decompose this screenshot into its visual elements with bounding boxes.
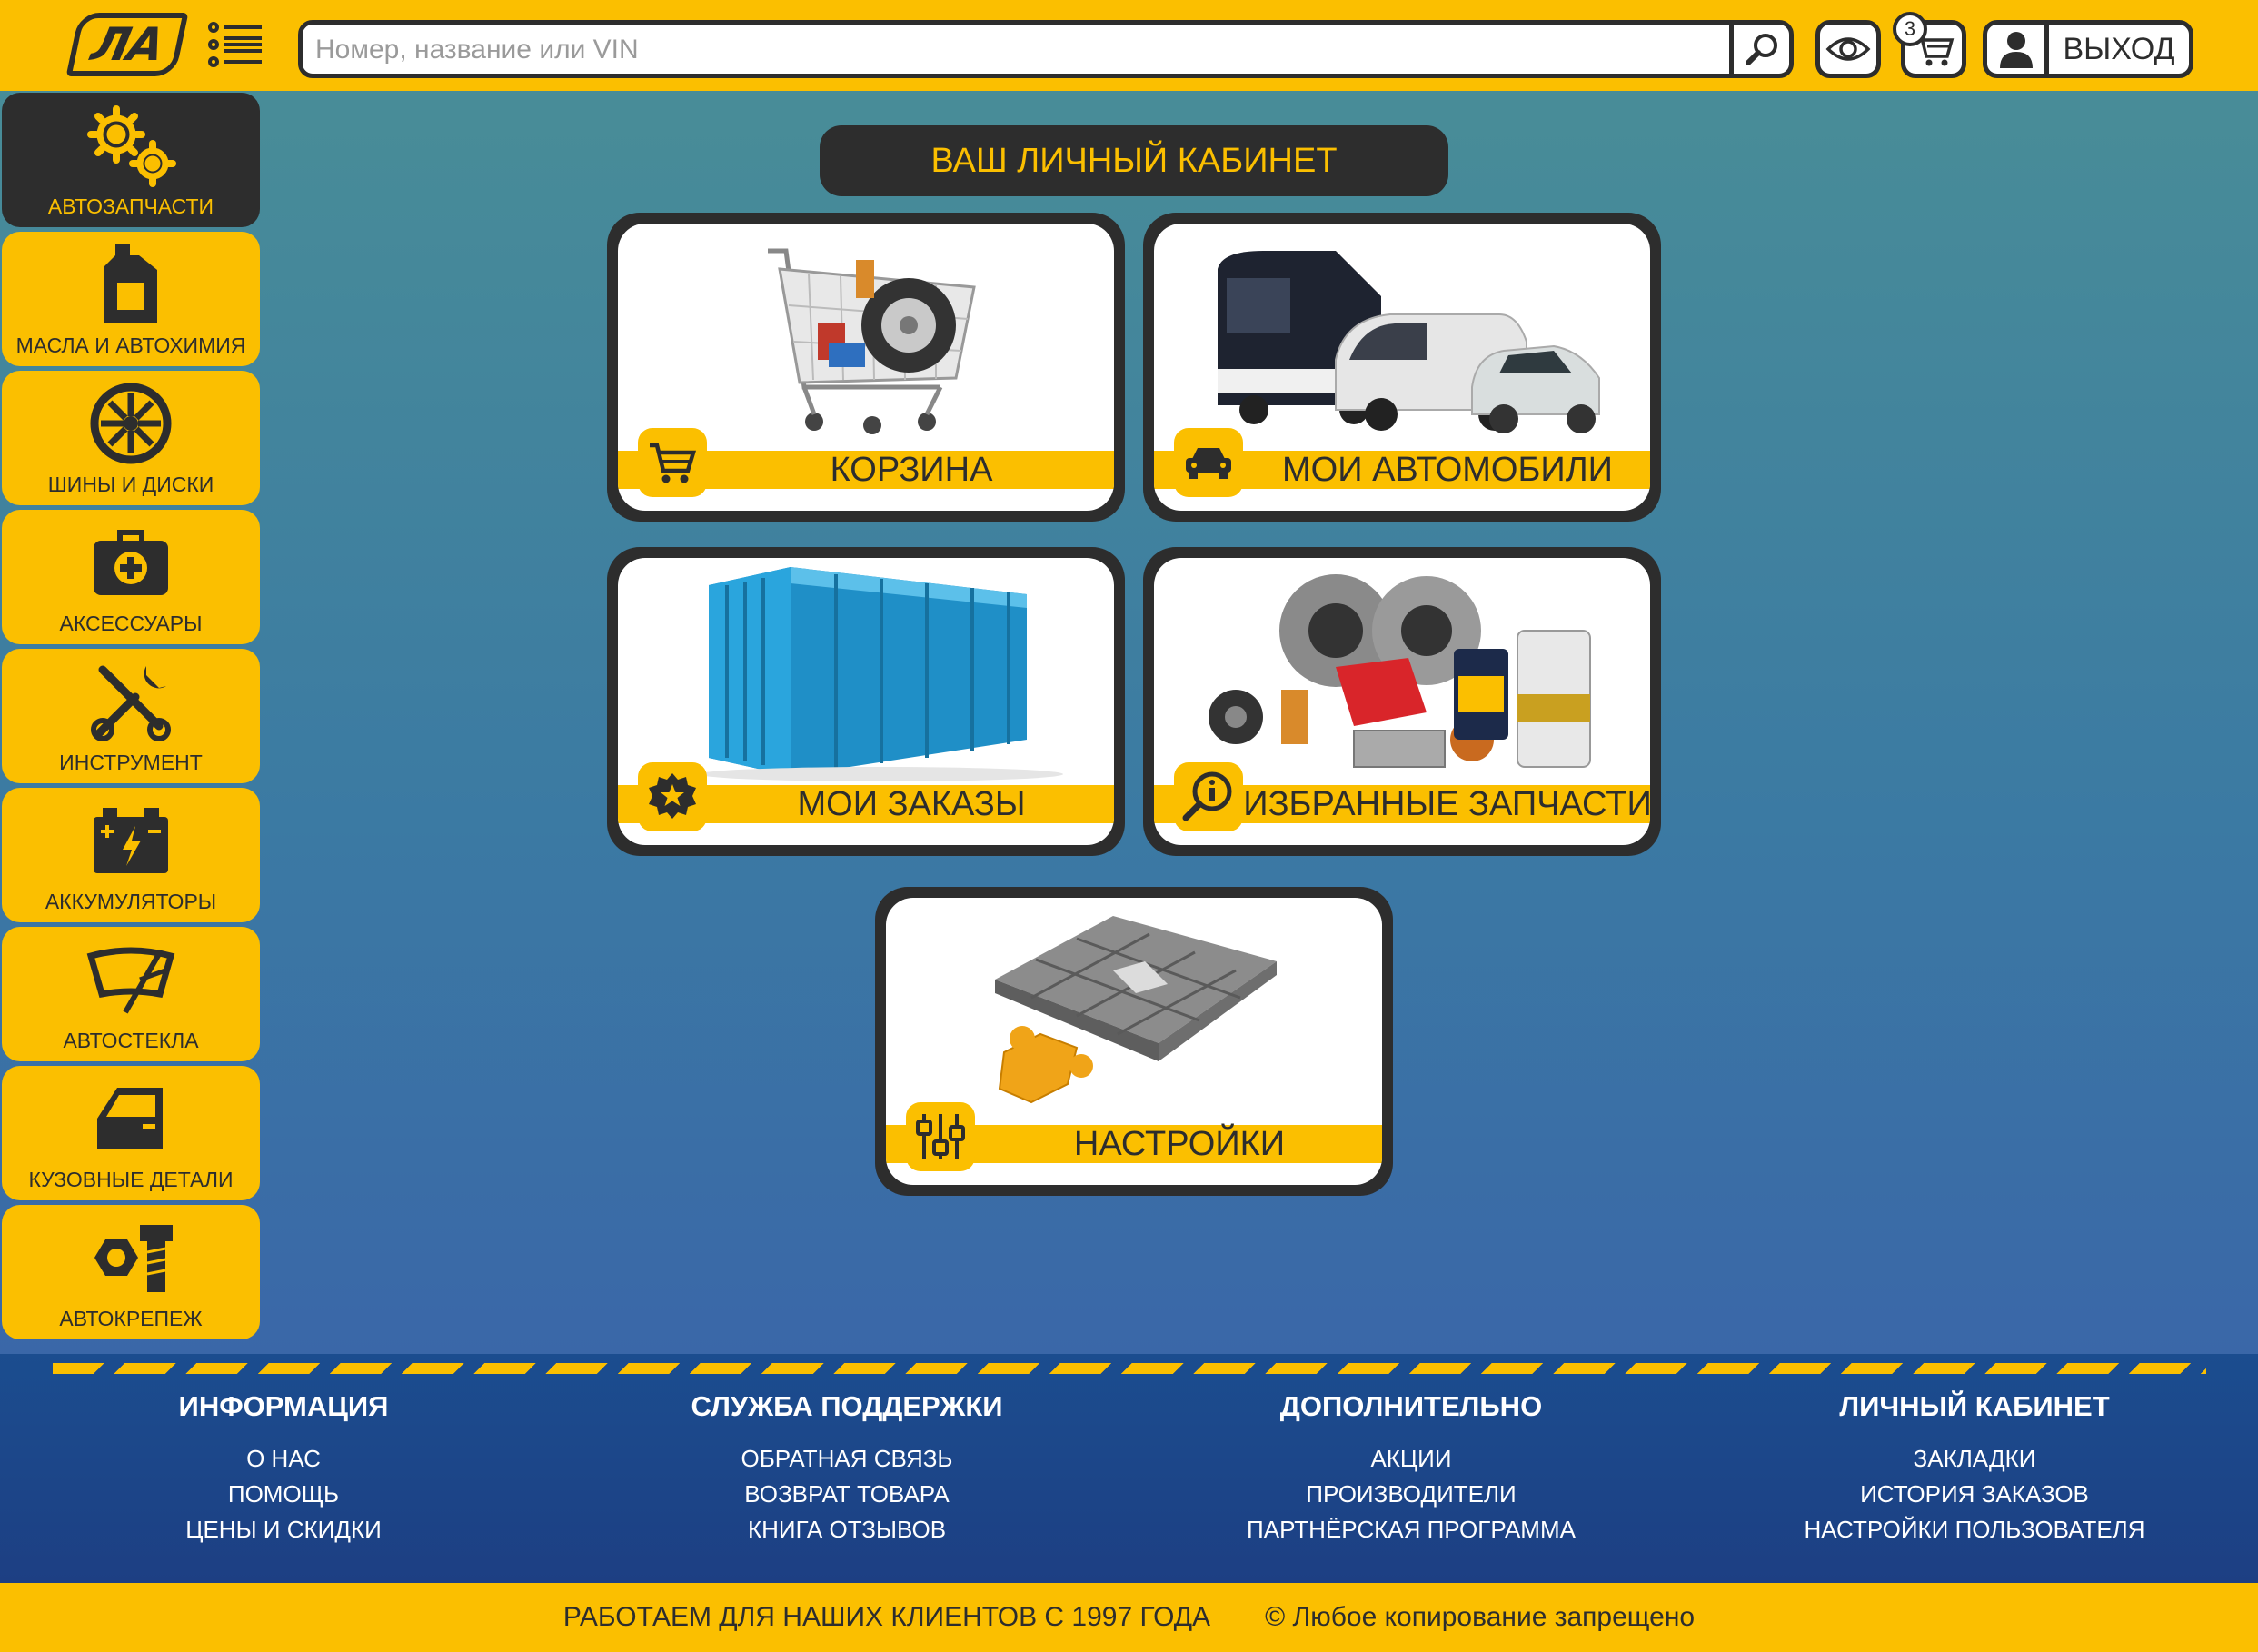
- menu-list-icon[interactable]: [207, 20, 265, 69]
- footer-column-account: ЛИЧНЫЙ КАБИНЕТ ЗАКЛАДКИ ИСТОРИЯ ЗАКАЗОВ …: [1693, 1390, 2256, 1548]
- sidebar-item-label: МАСЛА И АВТОХИМИЯ: [15, 333, 246, 357]
- card-label: МОИ АВТОМОБИЛИ: [1281, 450, 1613, 489]
- sidebar-item-tires[interactable]: ШИНЫ И ДИСКИ: [2, 371, 260, 505]
- sidebar-item-body-parts[interactable]: КУЗОВНЫЕ ДЕТАЛИ: [2, 1066, 260, 1200]
- card-label: КОРЗИНА: [830, 450, 993, 489]
- card-label: НАСТРОЙКИ: [1073, 1124, 1286, 1163]
- footer-heading: ДОПОЛНИТЕЛЬНО: [1279, 1390, 1543, 1422]
- footer-link-returns[interactable]: ВОЗВРАТ ТОВАРА: [565, 1477, 1129, 1512]
- search-icon: [1745, 34, 1777, 65]
- sidebar-item-label: АВТОСТЕКЛА: [63, 1029, 199, 1052]
- card-settings[interactable]: НАСТРОЙКИ: [875, 887, 1393, 1196]
- footer-link-feedback[interactable]: ОБРАТНАЯ СВЯЗЬ: [565, 1441, 1129, 1477]
- footer-slogan: РАБОТАЕМ ДЛЯ НАШИХ КЛИЕНТОВ С 1997 ГОДА: [562, 1602, 1211, 1632]
- user-icon: [1987, 25, 2049, 74]
- search-button[interactable]: [1729, 25, 1789, 74]
- card-cart[interactable]: КОРЗИНА: [607, 213, 1125, 522]
- footer-heading: СЛУЖБА ПОДДЕРЖКИ: [691, 1390, 1003, 1422]
- shipping-container-image: [618, 558, 1114, 785]
- footer-bottom-bar: РАБОТАЕМ ДЛЯ НАШИХ КЛИЕНТОВ С 1997 ГОДА …: [0, 1583, 2258, 1652]
- cart-icon: [638, 428, 707, 497]
- eye-icon: [1825, 37, 1871, 61]
- badge-star-icon: [638, 762, 707, 831]
- brake-parts-oil-image: [1154, 558, 1650, 785]
- footer-link-about[interactable]: О НАС: [2, 1441, 565, 1477]
- card-my-orders[interactable]: МОИ ЗАКАЗЫ: [607, 547, 1125, 856]
- sidebar-item-oils[interactable]: МАСЛА И АВТОХИМИЯ: [2, 232, 260, 366]
- card-label: МОИ ЗАКАЗЫ: [797, 784, 1026, 823]
- gears-icon: [76, 100, 185, 191]
- footer-link-partner-program[interactable]: ПАРТНЁРСКАЯ ПРОГРАММА: [1129, 1512, 1693, 1548]
- footer-link-promotions[interactable]: АКЦИИ: [1129, 1441, 1693, 1477]
- windshield-icon: [76, 934, 185, 1025]
- puzzle-image: [886, 898, 1382, 1125]
- footer-link-prices[interactable]: ЦЕНЫ И СКИДКИ: [2, 1512, 565, 1548]
- page-title: ВАШ ЛИЧНЫЙ КАБИНЕТ: [820, 125, 1448, 196]
- shopping-cart-parts-image: [618, 224, 1114, 451]
- card-favorite-parts[interactable]: ИЗБРАННЫЕ ЗАПЧАСТИ: [1143, 547, 1661, 856]
- search-input[interactable]: [315, 30, 1715, 70]
- site-logo[interactable]: ЛА: [65, 13, 189, 76]
- sidebar-item-batteries[interactable]: АККУМУЛЯТОРЫ: [2, 788, 260, 922]
- footer-heading: ИНФОРМАЦИЯ: [178, 1390, 389, 1422]
- footer-link-reviews[interactable]: КНИГА ОТЗЫВОВ: [565, 1512, 1129, 1548]
- footer-column-support: СЛУЖБА ПОДДЕРЖКИ ОБРАТНАЯ СВЯЗЬ ВОЗВРАТ …: [565, 1390, 1129, 1548]
- sidebar-item-accessories[interactable]: АКСЕССУАРЫ: [2, 510, 260, 644]
- footer-link-manufacturers[interactable]: ПРОИЗВОДИТЕЛИ: [1129, 1477, 1693, 1512]
- footer-link-user-settings[interactable]: НАСТРОЙКИ ПОЛЬЗОВАТЕЛЯ: [1693, 1512, 2256, 1548]
- logout-label: ВЫХОД: [2063, 31, 2175, 66]
- card-my-cars[interactable]: МОИ АВТОМОБИЛИ: [1143, 213, 1661, 522]
- cart-button[interactable]: 3: [1893, 12, 1966, 78]
- cart-count-badge: 3: [1893, 12, 1927, 46]
- footer-stripes: [53, 1363, 2206, 1374]
- car-icon: [1174, 428, 1243, 497]
- sidebar-item-label: АКСЕССУАРЫ: [59, 612, 203, 635]
- sidebar-item-fasteners[interactable]: АВТОКРЕПЕЖ: [2, 1205, 260, 1339]
- vehicles-image: [1154, 224, 1650, 451]
- footer-link-bookmarks[interactable]: ЗАКЛАДКИ: [1693, 1441, 2256, 1477]
- top-bar: ЛА 3 ВЫХОД: [0, 0, 2258, 91]
- sidebar-item-label: ШИНЫ И ДИСКИ: [47, 473, 214, 496]
- sidebar-item-label: АВТОКРЕПЕЖ: [59, 1307, 203, 1330]
- sidebar-item-autoparts[interactable]: АВТОЗАПЧАСТИ: [2, 93, 260, 227]
- viewed-button[interactable]: [1815, 20, 1881, 78]
- tools-icon: [76, 656, 185, 747]
- search-info-icon: [1174, 762, 1243, 831]
- sidebar-item-label: АККУМУЛЯТОРЫ: [45, 890, 217, 913]
- first-aid-kit-icon: [76, 517, 185, 608]
- battery-icon: [76, 795, 185, 886]
- footer-column-extra: ДОПОЛНИТЕЛЬНО АКЦИИ ПРОИЗВОДИТЕЛИ ПАРТНЁ…: [1129, 1390, 1693, 1548]
- bolt-nut-icon: [76, 1212, 185, 1303]
- footer-heading: ЛИЧНЫЙ КАБИНЕТ: [1839, 1390, 2110, 1422]
- logout-button[interactable]: ВЫХОД: [1983, 20, 2193, 78]
- footer-link-order-history[interactable]: ИСТОРИЯ ЗАКАЗОВ: [1693, 1477, 2256, 1512]
- wheel-icon: [76, 378, 185, 469]
- copyright-text: © Любое копирование запрещено: [1265, 1602, 1696, 1632]
- sliders-icon: [906, 1102, 975, 1171]
- sidebar-item-tools[interactable]: ИНСТРУМЕНТ: [2, 649, 260, 783]
- search-box: [298, 20, 1794, 78]
- logo-text: ЛА: [86, 18, 168, 71]
- oil-canister-icon: [76, 239, 185, 330]
- card-label: ИЗБРАННЫЕ ЗАПЧАСТИ: [1243, 784, 1650, 823]
- sidebar-item-label: КУЗОВНЫЕ ДЕТАЛИ: [28, 1168, 234, 1191]
- footer-column-info: ИНФОРМАЦИЯ О НАС ПОМОЩЬ ЦЕНЫ И СКИДКИ: [2, 1390, 565, 1548]
- sidebar-item-label: АВТОЗАПЧАСТИ: [47, 194, 214, 218]
- sidebar-item-label: ИНСТРУМЕНТ: [59, 751, 203, 774]
- car-door-icon: [76, 1073, 185, 1164]
- footer-link-help[interactable]: ПОМОЩЬ: [2, 1477, 565, 1512]
- sidebar-item-glass[interactable]: АВТОСТЕКЛА: [2, 927, 260, 1061]
